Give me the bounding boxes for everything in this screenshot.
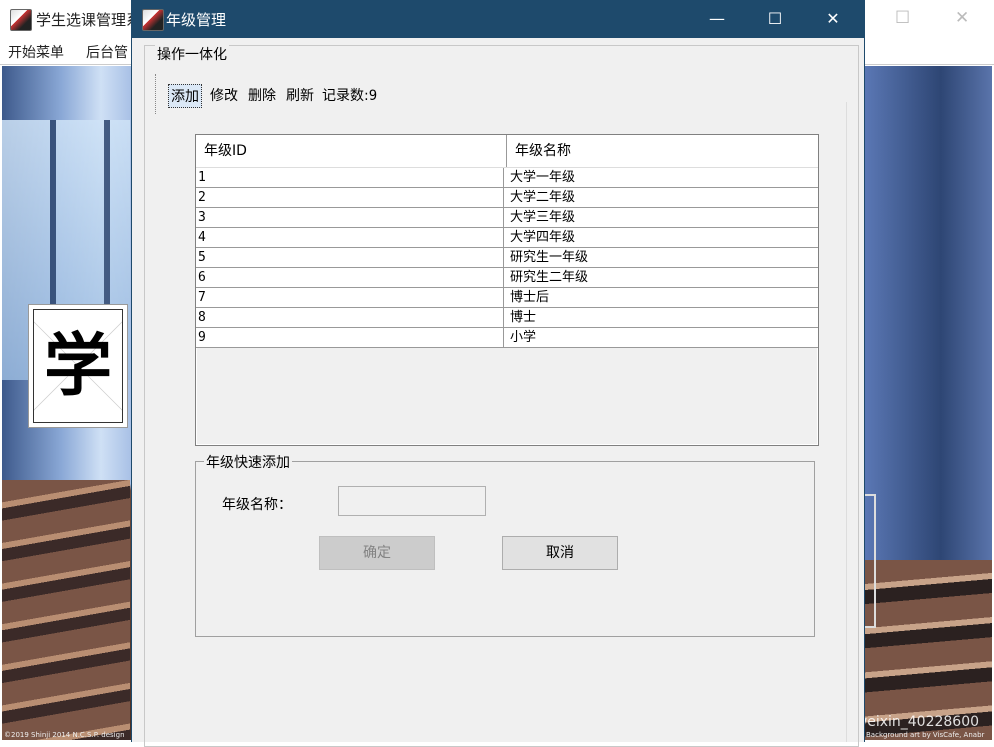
logo-character: 学	[43, 326, 112, 406]
toolbar: 添加 修改 删除 刷新 记录数:9	[155, 74, 377, 114]
background-desks-left	[2, 480, 130, 740]
dialog-title: 年级管理	[166, 11, 227, 29]
cell-grade-name: 博士后	[510, 290, 550, 305]
table-row[interactable]: 7 博士后	[196, 288, 818, 308]
menu-admin[interactable]: 后台管	[86, 42, 128, 62]
grade-management-dialog: 年级管理 — ☐ ✕ 操作一体化 添加 修改 删除 刷新 记录数:9 年级ID …	[131, 0, 865, 747]
record-count: 记录数:9	[320, 84, 379, 106]
cell-grade-id: 9	[198, 328, 504, 347]
cell-grade-name: 研究生二年级	[510, 270, 589, 285]
table-row[interactable]: 5 研究生一年级	[196, 248, 818, 268]
cell-grade-name: 小学	[510, 330, 537, 345]
background-frame	[864, 494, 876, 628]
cell-grade-id: 8	[198, 308, 504, 327]
dialog-app-icon	[142, 9, 164, 31]
cell-grade-name: 大学三年级	[510, 210, 576, 225]
background-classroom-wall	[864, 66, 992, 646]
record-count-label: 记录数:	[322, 88, 369, 104]
cancel-button[interactable]: 取消	[502, 536, 618, 570]
refresh-button[interactable]: 刷新	[284, 84, 316, 106]
dialog-titlebar[interactable]: 年级管理 — ☐ ✕	[132, 0, 864, 38]
cell-grade-name: 博士	[510, 310, 537, 325]
cell-grade-name: 大学二年级	[510, 190, 576, 205]
cell-grade-id: 3	[198, 208, 504, 227]
column-header-grade-name[interactable]: 年级名称	[507, 135, 817, 167]
main-close-icon[interactable]: ✕	[955, 8, 969, 28]
cell-grade-id: 1	[198, 168, 504, 187]
panel-divider	[846, 102, 847, 742]
logo-card: 学	[28, 304, 128, 428]
grade-table[interactable]: 年级ID 年级名称 1 大学一年级 2 大学二年级 3 大学三年级 4 大学四年级 5研…	[195, 134, 819, 446]
grade-name-label: 年级名称：	[222, 497, 292, 513]
operation-group: 操作一体化 添加 修改 删除 刷新 记录数:9 年级ID 年级名称 1 大学一年级…	[144, 44, 859, 747]
app-icon	[10, 9, 32, 31]
operation-group-title: 操作一体化	[155, 44, 229, 64]
cell-grade-id: 7	[198, 288, 504, 307]
grade-name-input[interactable]	[338, 486, 486, 516]
cell-grade-id: 4	[198, 228, 504, 247]
maximize-icon[interactable]: ☐	[746, 0, 804, 38]
dialog-body: 操作一体化 添加 修改 删除 刷新 记录数:9 年级ID 年级名称 1 大学一年级…	[132, 38, 864, 747]
table-row[interactable]: 8 博士	[196, 308, 818, 328]
add-button[interactable]: 添加	[168, 84, 202, 108]
main-maximize-icon[interactable]: ☐	[895, 8, 910, 28]
menu-start[interactable]: 开始菜单	[8, 42, 64, 62]
column-header-grade-id[interactable]: 年级ID	[196, 135, 507, 167]
record-count-value: 9	[368, 88, 378, 104]
minimize-icon[interactable]: —	[688, 0, 746, 38]
quick-add-group: 年级快速添加 年级名称： 确定 取消	[195, 452, 815, 637]
image-credit-right: Background art by VisCafe, Anabr	[866, 731, 985, 739]
cell-grade-id: 6	[198, 268, 504, 287]
table-row[interactable]: 1 大学一年级	[196, 168, 818, 188]
image-credit-left: ©2019 Shinji 2014 N.C.S.P. design	[4, 731, 125, 739]
close-icon[interactable]: ✕	[804, 0, 862, 38]
character-grid: 学	[33, 309, 123, 423]
table-body: 1 大学一年级 2 大学二年级 3 大学三年级 4 大学四年级 5 研究生一年级 6 研究生…	[196, 168, 818, 348]
table-header: 年级ID 年级名称	[196, 135, 818, 168]
cell-grade-id: 5	[198, 248, 504, 267]
main-window-title: 学生选课管理系	[36, 11, 142, 29]
delete-button[interactable]: 删除	[246, 84, 278, 106]
confirm-button[interactable]: 确定	[319, 536, 435, 570]
table-row[interactable]: 4 大学四年级	[196, 228, 818, 248]
table-row[interactable]: 3 大学三年级	[196, 208, 818, 228]
cell-grade-name: 大学四年级	[510, 230, 576, 245]
background-desks-right	[864, 560, 992, 740]
table-row[interactable]: 9 小学	[196, 328, 818, 348]
cell-grade-id: 2	[198, 188, 504, 207]
table-row[interactable]: 2 大学二年级	[196, 188, 818, 208]
cell-grade-name: 大学一年级	[510, 170, 576, 185]
edit-button[interactable]: 修改	[208, 84, 240, 106]
cell-grade-name: 研究生一年级	[510, 250, 589, 265]
quick-add-group-title: 年级快速添加	[204, 452, 292, 472]
table-row[interactable]: 6 研究生二年级	[196, 268, 818, 288]
